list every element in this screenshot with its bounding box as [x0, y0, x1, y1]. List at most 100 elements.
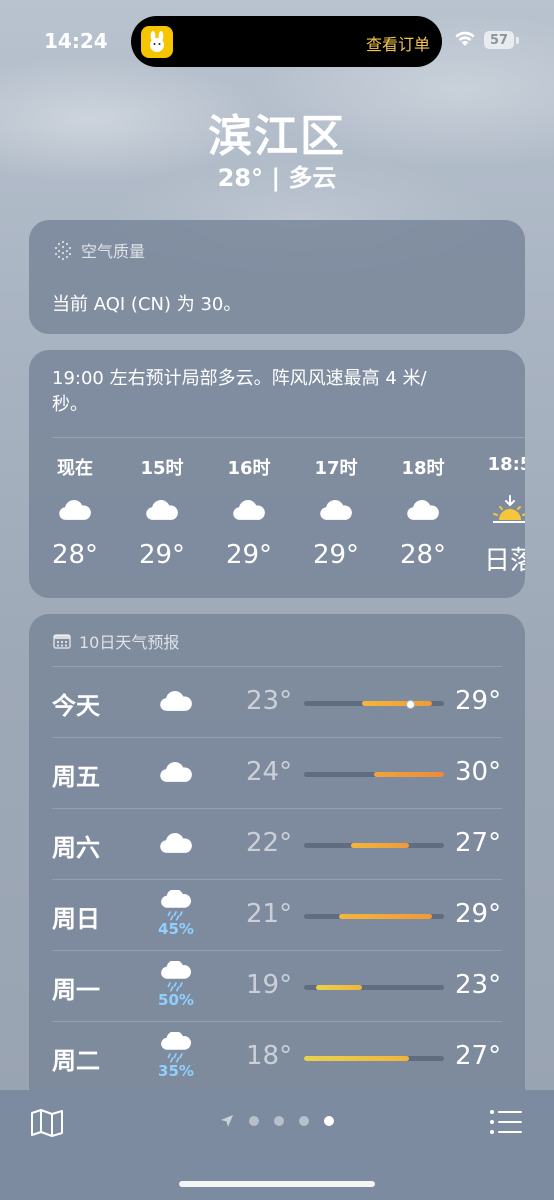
air-quality-header: 空气质量: [53, 238, 145, 262]
wifi-icon: [455, 31, 475, 46]
daily-row[interactable]: 今天 23° 29°: [29, 666, 525, 736]
temp-range-bar: [304, 843, 444, 848]
high-temp: 29°: [455, 899, 502, 929]
temp-range-bar: [304, 700, 444, 709]
ten-day-forecast-card[interactable]: 10日天气预报 今天 23° 29° 周五 24° 30° 周六 22° 27° 周日 45% 21°…: [29, 614, 525, 1134]
page-dot[interactable]: [274, 1116, 284, 1126]
temp-range-fill: [350, 843, 409, 848]
day-label: 周五: [52, 763, 100, 791]
hourly-item: 15时 29°: [117, 454, 207, 570]
temp-range-bar: [304, 914, 444, 919]
temp-range-bar: [304, 1056, 444, 1061]
hourly-time: 17时: [314, 458, 358, 479]
day-label: 周六: [52, 834, 100, 862]
row-divider: [52, 950, 502, 951]
ten-day-title: 10日天气预报: [79, 633, 180, 652]
daily-row[interactable]: 周六 22° 27°: [29, 808, 525, 878]
cloud-icon: [154, 676, 198, 726]
hourly-temp: 29°: [312, 540, 360, 570]
page-dot-active[interactable]: [324, 1116, 334, 1126]
hourly-time: 18时: [401, 458, 445, 479]
island-order-link[interactable]: 查看订单: [366, 31, 430, 55]
page-dot[interactable]: [249, 1116, 259, 1126]
hourly-temp: 28°: [51, 540, 99, 570]
low-temp: 19°: [246, 970, 293, 1000]
temp-range-fill: [339, 914, 433, 919]
high-temp: 29°: [455, 686, 502, 716]
low-temp: 18°: [246, 1041, 293, 1071]
daily-row[interactable]: 周日 45% 21° 29°: [29, 879, 525, 949]
hourly-forecast-card[interactable]: 19:00 左右预计局部多云。阵风风速最高 4 米/秒。 现在 28° 15时 29°…: [29, 350, 525, 598]
dynamic-island[interactable]: 查看订单: [131, 16, 442, 67]
status-time: 14:24: [44, 29, 108, 53]
city-name: 滨江区: [208, 111, 346, 162]
hourly-temp: 29°: [225, 540, 273, 570]
app-logo-icon: [141, 26, 173, 58]
low-temp: 21°: [246, 899, 293, 929]
current-temp-marker: [406, 700, 415, 709]
hourly-item: 18时 28°: [378, 454, 468, 570]
sunset-icon: [465, 486, 525, 534]
rain-cloud-icon: 45%: [154, 889, 198, 939]
hourly-time: 现在: [57, 458, 93, 479]
row-divider: [52, 737, 502, 738]
row-divider: [52, 808, 502, 809]
temp-range-fill: [362, 701, 433, 706]
hourly-divider: [52, 437, 525, 438]
hourly-temp: 日落: [483, 546, 525, 576]
cloud-icon: [291, 486, 381, 534]
home-indicator[interactable]: [179, 1181, 375, 1187]
hourly-temp: 28°: [399, 540, 447, 570]
daily-row[interactable]: 周一 50% 19° 23°: [29, 950, 525, 1020]
high-temp: 27°: [455, 828, 502, 858]
hourly-time: 18:5: [487, 454, 525, 475]
hourly-item: 18:5 日落: [465, 454, 525, 577]
page-indicator[interactable]: [220, 1114, 334, 1128]
temp-range-fill: [315, 985, 363, 990]
row-divider: [52, 1021, 502, 1022]
cloud-icon: [30, 486, 120, 534]
air-quality-icon: [54, 240, 72, 260]
air-quality-text: 当前 AQI (CN) 为 30。: [52, 294, 242, 315]
calendar-icon: [53, 634, 71, 649]
hourly-time: 15时: [140, 458, 184, 479]
day-label: 周一: [52, 976, 100, 1004]
air-quality-card[interactable]: 空气质量 当前 AQI (CN) 为 30。: [29, 220, 525, 334]
high-temp: 27°: [455, 1041, 502, 1071]
cloud-icon: [154, 747, 198, 797]
hourly-temp: 29°: [138, 540, 186, 570]
map-icon[interactable]: [30, 1108, 64, 1138]
page-dot[interactable]: [299, 1116, 309, 1126]
day-label: 周日: [52, 905, 100, 933]
battery-tip: [516, 37, 519, 44]
list-icon[interactable]: [490, 1110, 522, 1134]
temp-range-bar: [304, 985, 444, 990]
row-divider: [52, 879, 502, 880]
cloud-icon: [204, 486, 294, 534]
hourly-item: 17时 29°: [291, 454, 381, 570]
rain-cloud-icon: 35%: [154, 1031, 198, 1081]
temp-range-fill: [304, 1056, 409, 1061]
cloud-icon: [378, 486, 468, 534]
temp-range-bar: [304, 772, 444, 777]
precip-chance: 35%: [158, 1062, 194, 1080]
hourly-summary: 19:00 左右预计局部多云。阵风风速最高 4 米/秒。: [52, 368, 427, 415]
low-temp: 23°: [246, 686, 293, 716]
daily-row[interactable]: 周五 24° 30°: [29, 737, 525, 807]
high-temp: 30°: [455, 757, 502, 787]
cloud-icon: [154, 818, 198, 868]
daily-row[interactable]: 周二 35% 18° 27°: [29, 1021, 525, 1091]
day-label: 周二: [52, 1047, 100, 1075]
low-temp: 22°: [246, 828, 293, 858]
high-temp: 23°: [455, 970, 502, 1000]
day-label: 今天: [52, 692, 100, 720]
status-bar: 14:24 查看订单 57: [0, 0, 554, 70]
row-divider: [52, 666, 502, 667]
rain-cloud-icon: 50%: [154, 960, 198, 1010]
hourly-item: 现在 28°: [30, 454, 120, 570]
hourly-time: 16时: [227, 458, 271, 479]
location-arrow-icon: [221, 1115, 233, 1127]
ten-day-header: 10日天气预报: [53, 629, 179, 653]
precip-chance: 50%: [158, 991, 194, 1009]
air-quality-title: 空气质量: [81, 242, 146, 261]
